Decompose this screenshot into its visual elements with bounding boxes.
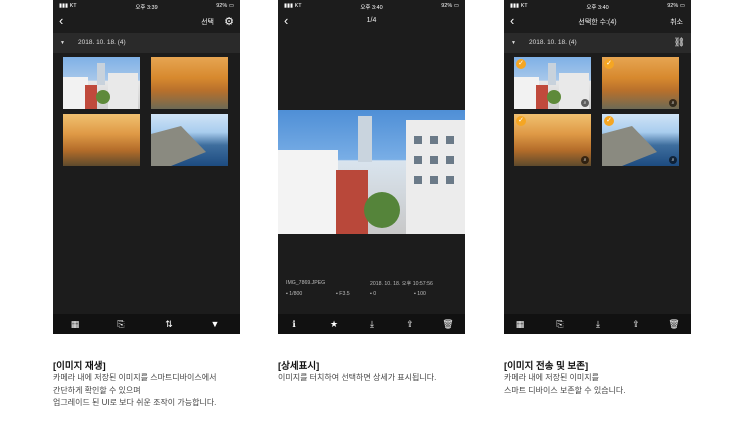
iso-value: ▪ 100 (414, 291, 426, 297)
share-icon[interactable]: ⇪ (626, 318, 646, 330)
caption-body-detail: 이미지를 터치하여 선택하면 상세가 표시됩니다. (278, 372, 436, 385)
selected-photo-thumbnail[interactable]: ✓ ⌕ (602, 57, 679, 109)
zoom-icon[interactable]: ⌕ (581, 156, 589, 164)
cancel-button[interactable]: 취소 (670, 17, 683, 27)
status-bar: ▮▮▮ KT 오후 3:40 92% ▭ (278, 0, 465, 12)
gear-icon[interactable]: ⚙ (224, 15, 234, 28)
aperture-value: ▪ F3.5 (336, 291, 350, 297)
back-icon[interactable]: ‹ (59, 14, 63, 28)
caption-line: 카메라 내에 저장된 이미지를 스마트디바이스에서 (53, 373, 217, 382)
bottom-toolbar: ▦ ⎘ ⇅ ▼ (53, 314, 240, 334)
battery-indicator: 92% ▭ (667, 3, 685, 9)
bottom-toolbar: ℹ ★ ⤓ ⇪ 🗑 (278, 314, 465, 334)
import-icon[interactable]: ⎘ (550, 318, 570, 330)
caption-body-transfer: 카메라 내에 저장된 이미지를 스마트 디바이스 보존할 수 있습니다. (504, 372, 626, 397)
coast-photo-art (151, 126, 206, 166)
info-icon[interactable]: ℹ (284, 318, 304, 330)
photo-thumbnail[interactable] (151, 114, 228, 166)
phone-screen-detail: ▮▮▮ KT 오후 3:40 92% ▭ ‹ 1/4 IMG_7869.JPEG… (278, 0, 465, 334)
building-photo-art (278, 116, 465, 234)
bottom-toolbar: ▦ ⎘ ⤓ ⇪ 🗑 (504, 314, 691, 334)
photo-meta-row: IMG_7869.JPEG 2018. 10. 18. 오후 10:57:56 (286, 280, 457, 287)
clock: 오후 3:40 (586, 5, 609, 11)
selected-photo-thumbnail[interactable]: ✓ ⌕ (602, 114, 679, 166)
share-icon[interactable]: ⇪ (400, 318, 420, 330)
grid-icon[interactable]: ▦ (510, 318, 530, 330)
caption-line: 간단하게 확인할 수 있으며 (53, 385, 141, 395)
check-icon[interactable]: ✓ (604, 59, 614, 69)
caption-line: 카메라 내에 저장된 이미지를 (504, 373, 599, 382)
caption-line: 업그레이드 된 UI로 보다 쉬운 조작이 가능합니다. (53, 398, 217, 407)
photo-thumbnail[interactable] (63, 114, 140, 166)
caption-title-transfer: [이미지 전송 및 보존] (504, 361, 589, 372)
caption-line: 스마트 디바이스 보존할 수 있습니다. (504, 385, 626, 395)
download-icon[interactable]: ⤓ (588, 318, 608, 330)
phone-screen-playback: ▮▮▮ KT 오후 3:39 92% ▭ ‹ 선택 ⚙ ▼ 2018. 10. … (53, 0, 240, 334)
exposure-value: ▪ 0 (370, 291, 377, 297)
photo-thumbnail[interactable] (63, 57, 140, 109)
date-group-label: 2018. 10. 18. (4) (529, 39, 577, 46)
download-icon[interactable]: ⤓ (362, 318, 382, 330)
top-bar: ‹ 선택 ⚙ (53, 12, 240, 32)
collapse-triangle-icon[interactable]: ▼ (511, 40, 516, 46)
status-bar: ▮▮▮ KT 오후 3:39 92% ▭ (53, 0, 240, 12)
trash-icon[interactable]: 🗑 (438, 318, 458, 330)
full-photo[interactable] (278, 110, 465, 234)
photo-counter: 1/4 (366, 17, 377, 24)
import-icon[interactable]: ⎘ (111, 318, 131, 330)
clock: 오후 3:40 (360, 5, 383, 11)
filename: IMG_7869.JPEG (286, 280, 326, 286)
photo-thumbnail[interactable] (151, 57, 228, 109)
star-icon[interactable]: ★ (324, 318, 344, 330)
selected-photo-thumbnail[interactable]: ✓ ⌕ (514, 57, 591, 109)
collapse-triangle-icon[interactable]: ▼ (60, 40, 65, 46)
top-bar: ‹ 선택한 수:(4) 취소 (504, 12, 691, 32)
selected-photo-thumbnail[interactable]: ✓ ⌕ (514, 114, 591, 166)
date-group-header[interactable]: ▼ 2018. 10. 18. (4) ⛓ (504, 33, 691, 53)
selection-count: 선택한 수:(4) (578, 19, 617, 26)
caption-title-detail: [상세표시] (278, 361, 320, 372)
link-icon[interactable]: ⛓ (674, 37, 685, 48)
building-photo-art (63, 63, 138, 109)
battery-indicator: 92% ▭ (216, 3, 234, 9)
clock: 오후 3:39 (135, 5, 158, 11)
select-button[interactable]: 선택 (201, 17, 214, 27)
caption-title-playback: [이미지 재생] (53, 361, 106, 372)
check-icon[interactable]: ✓ (516, 59, 526, 69)
status-bar: ▮▮▮ KT 오후 3:40 92% ▭ (504, 0, 691, 12)
filter-icon[interactable]: ▼ (205, 318, 225, 330)
battery-indicator: 92% ▭ (441, 3, 459, 9)
zoom-icon[interactable]: ⌕ (581, 99, 589, 107)
zoom-icon[interactable]: ⌕ (669, 99, 677, 107)
sort-icon[interactable]: ⇅ (159, 318, 179, 330)
trash-icon[interactable]: 🗑 (664, 318, 684, 330)
date-group-label: 2018. 10. 18. (4) (78, 39, 126, 46)
caption-body-playback: 카메라 내에 저장된 이미지를 스마트디바이스에서 간단하게 확인할 수 있으며… (53, 372, 216, 410)
phone-screen-selection: ▮▮▮ KT 오후 3:40 92% ▭ ‹ 선택한 수:(4) 취소 ▼ 20… (504, 0, 691, 334)
date-group-header[interactable]: ▼ 2018. 10. 18. (4) (53, 33, 240, 53)
check-icon[interactable]: ✓ (516, 116, 526, 126)
top-bar: ‹ 1/4 (278, 12, 465, 32)
check-icon[interactable]: ✓ (604, 116, 614, 126)
exif-row: ▪ 1/800 ▪ F3.5 ▪ 0 ▪ 100 (286, 291, 457, 297)
capture-datetime: 2018. 10. 18. 오후 10:57:56 (370, 281, 433, 287)
grid-icon[interactable]: ▦ (65, 318, 85, 330)
caption-line: 이미지를 터치하여 선택하면 상세가 표시됩니다. (278, 373, 437, 382)
shutter-value: ▪ 1/800 (286, 291, 303, 297)
zoom-icon[interactable]: ⌕ (669, 156, 677, 164)
